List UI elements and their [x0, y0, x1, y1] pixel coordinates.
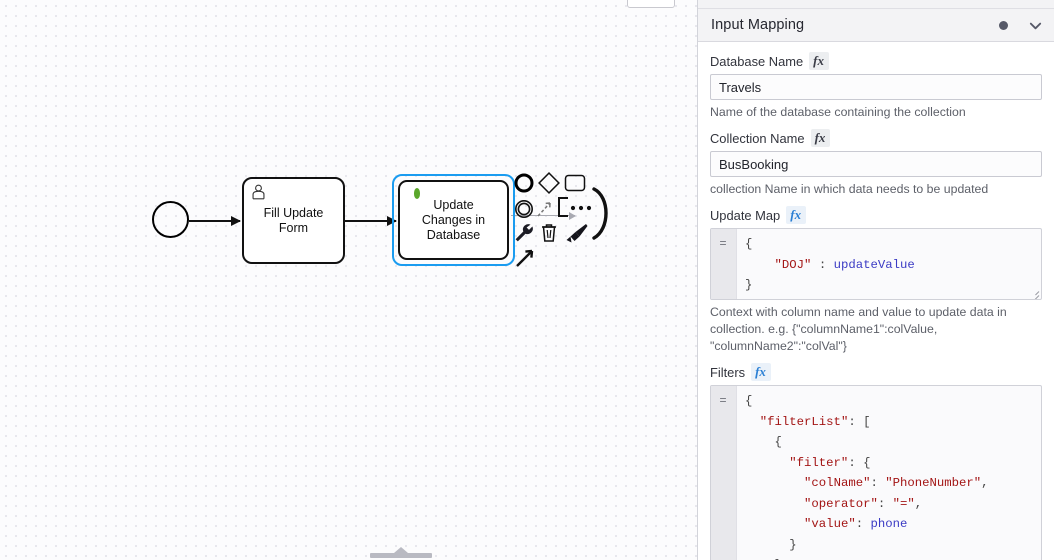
append-end-event-icon[interactable] [513, 172, 535, 194]
fx-toggle-database-name[interactable]: fx [809, 52, 829, 70]
user-icon [252, 184, 265, 200]
task-label: Update Changes in Database [421, 197, 486, 242]
more-options-icon[interactable] [569, 203, 593, 213]
fx-toggle-filters[interactable]: fx [751, 363, 771, 381]
input-collection-name[interactable] [710, 151, 1042, 177]
workflow-editor: Fill Update Form Update Changes in Database [0, 0, 1054, 560]
field-label-text: Filters [710, 364, 746, 380]
delete-icon[interactable] [539, 222, 559, 244]
code-content-filters[interactable]: { "filterList": [ { "filter": { "colName… [737, 386, 1041, 560]
fx-toggle-update-map[interactable]: fx [786, 206, 807, 224]
chevron-down-icon[interactable] [1028, 18, 1043, 33]
input-database-name[interactable] [710, 74, 1042, 100]
code-editor-update-map[interactable]: = { "DOJ" : updateValue } [710, 228, 1042, 300]
expression-indicator: = [711, 386, 737, 560]
context-pad[interactable] [513, 172, 609, 268]
code-content-update-map[interactable]: { "DOJ" : updateValue } [737, 229, 1041, 299]
bpmn-diagram-canvas[interactable]: Fill Update Form Update Changes in Database [0, 0, 697, 560]
fx-toggle-collection-name[interactable]: fx [810, 129, 831, 147]
offscreen-element-partial[interactable] [627, 0, 675, 8]
field-label-text: Update Map [710, 207, 781, 223]
loop-marker-icon[interactable] [591, 186, 613, 242]
status-dot-icon [999, 20, 1008, 30]
panel-body: Database Name fx Name of the database co… [698, 42, 1054, 560]
start-event[interactable] [152, 201, 189, 238]
sequence-flow-fill-form-to-update-db[interactable] [345, 216, 397, 226]
code-editor-filters[interactable]: = { "filterList": [ { "filter": { "colNa… [710, 385, 1042, 560]
label-database-name: Database Name fx [710, 52, 1042, 70]
append-gateway-icon[interactable] [538, 172, 560, 194]
help-update-map: Context with column name and value to up… [710, 305, 1007, 353]
cursor-arrow-icon[interactable] [515, 246, 537, 268]
sequence-flow-start-to-fill-form[interactable] [189, 216, 241, 226]
panel-top-strip [698, 0, 1054, 9]
append-task-icon[interactable] [563, 173, 587, 193]
expression-indicator: = [711, 229, 737, 299]
field-label-text: Database Name [710, 53, 804, 69]
executable-marker-icon [414, 188, 420, 199]
label-collection-name: Collection Name fx [710, 129, 1042, 147]
wrench-icon[interactable] [513, 222, 535, 244]
connect-icon[interactable] [537, 200, 555, 218]
task-label: Fill Update Form [263, 205, 324, 235]
help-database-name: Name of the database containing the coll… [710, 105, 966, 119]
help-collection-name: collection Name in which data needs to b… [710, 182, 989, 196]
label-filters: Filters fx [710, 363, 1042, 381]
properties-panel: Input Mapping Database Name fx Name of t… [697, 0, 1054, 560]
arrow-head-icon [231, 216, 241, 226]
panel-header-input-mapping[interactable]: Input Mapping [698, 9, 1054, 42]
append-intermediate-event-icon[interactable] [513, 198, 535, 220]
field-label-text: Collection Name [710, 130, 805, 146]
panel-title: Input Mapping [711, 17, 805, 33]
label-update-map: Update Map fx [710, 206, 1042, 224]
palette-collapse-handle[interactable] [370, 547, 432, 558]
paint-brush-icon[interactable] [565, 222, 589, 244]
